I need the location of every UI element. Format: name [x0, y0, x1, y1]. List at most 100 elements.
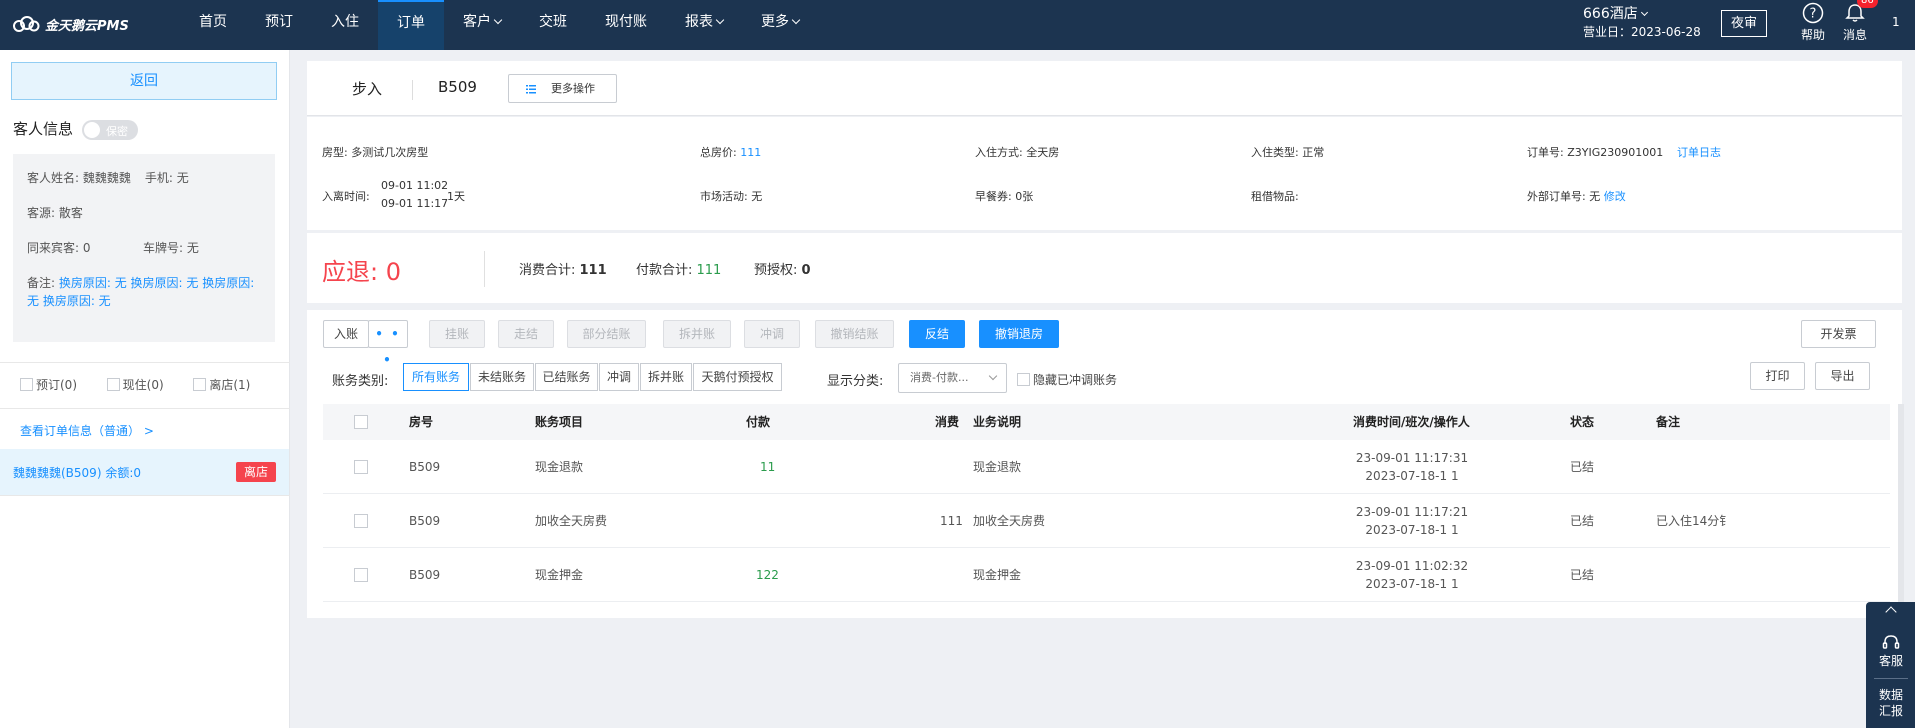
guest-name: 客人姓名: 魏魏魏魏	[27, 171, 131, 185]
nav-checkin[interactable]: 入住	[312, 0, 378, 50]
reverse-button[interactable]: 冲调	[744, 320, 800, 348]
cell-time-line2: 2023-07-18-1 1	[1365, 577, 1459, 591]
hide-reversed-filter[interactable]: 隐藏已冲调账务	[1017, 371, 1117, 388]
cloud-logo-icon	[13, 16, 40, 32]
guest-phone: 手机: 无	[144, 171, 189, 185]
category-settled[interactable]: 已结账务	[535, 363, 598, 391]
consume-total: 消费合计: 111	[519, 259, 607, 278]
walk-settle-button[interactable]: 走结	[498, 320, 554, 348]
back-button[interactable]: 返回	[11, 62, 277, 100]
rental-items: 租借物品:	[1251, 190, 1299, 203]
customer-service-button[interactable]: 客服	[1866, 634, 1915, 669]
more-operations-button[interactable]: 更多操作	[508, 74, 617, 103]
select-all-checkbox[interactable]	[354, 415, 368, 429]
tab-walkin[interactable]: 步入	[352, 78, 382, 99]
order-info: 房型: 多测试几次房型 总房价: 111 入住方式: 全天房 入住类型: 正常 …	[307, 117, 1902, 230]
user-menu[interactable]: 1	[1892, 15, 1900, 29]
data-report-button[interactable]: 数据汇报	[1866, 687, 1915, 719]
chevron-down-icon	[715, 15, 725, 25]
checkbox[interactable]	[1017, 373, 1030, 386]
hang-account-button[interactable]: 挂账	[429, 320, 485, 348]
chevron-up-icon[interactable]	[1885, 606, 1897, 618]
list-icon	[526, 85, 536, 94]
table-row[interactable]: B509 现金退款 11 现金退款 23-09-01 11:17:31 2023-…	[323, 440, 1890, 494]
unsettle-button[interactable]: 反结	[909, 320, 965, 348]
message-count-badge: 86	[1857, 0, 1878, 8]
market-activity: 市场活动: 无	[700, 190, 763, 203]
nav-cash-account[interactable]: 现付账	[586, 0, 666, 50]
checkin-type: 入住类型: 正常	[1251, 146, 1325, 159]
export-button[interactable]: 导出	[1815, 362, 1870, 390]
table-row[interactable]: B509 现金押金 122 现金押金 23-09-01 11:02:32 2023…	[323, 548, 1890, 602]
checkbox[interactable]	[20, 378, 33, 391]
stay-out-time: 09-01 11:17	[381, 197, 449, 210]
row-checkbox[interactable]	[354, 460, 368, 474]
help-icon: ?	[1802, 2, 1824, 24]
category-preauth[interactable]: 天鹅付预授权	[693, 363, 782, 391]
table-row[interactable]: B509 加收全天房费 111 加收全天房费 23-09-01 11:17:21…	[323, 494, 1890, 548]
nav-orders[interactable]: 订单	[378, 0, 444, 50]
order-log-link[interactable]: 订单日志	[1677, 144, 1721, 160]
invoice-button[interactable]: 开发票	[1801, 320, 1876, 348]
divider	[412, 80, 413, 100]
guest-list-item[interactable]: 魏魏魏魏(B509) 余额:0 离店	[0, 449, 289, 495]
cell-status: 已结	[1570, 514, 1595, 528]
nav-customers[interactable]: 客户	[444, 0, 520, 50]
table-header: 房号 账务项目 付款 消费 业务说明 消费时间/班次/操作人 状态 备注	[323, 404, 1890, 440]
preauth-total: 预授权: 0	[754, 259, 811, 278]
guest-plate: 车牌号: 无	[143, 241, 199, 255]
more-actions-button[interactable]: • • •	[368, 320, 408, 367]
cell-desc: 现金押金	[973, 568, 1022, 582]
cell-desc: 现金退款	[973, 460, 1022, 474]
messages-button[interactable]: 86 消息	[1835, 0, 1878, 43]
night-audit-button[interactable]: 夜审	[1721, 10, 1767, 37]
category-reverse[interactable]: 冲调	[599, 363, 639, 391]
table-scrollbar[interactable]	[1898, 404, 1904, 604]
nav-reservation[interactable]: 预订	[246, 0, 312, 50]
guest-row-name: 客人姓名: 魏魏魏魏 手机: 无	[27, 169, 261, 204]
preauth-value: 0	[801, 263, 811, 278]
filter-inhouse-label: 现住(0)	[122, 378, 164, 392]
col-status: 状态	[1570, 415, 1595, 429]
col-consume: 消费	[935, 415, 960, 429]
nav-reports[interactable]: 报表	[666, 0, 742, 50]
nav-shift[interactable]: 交班	[520, 0, 586, 50]
room-number: B509	[438, 78, 477, 96]
partial-settle-button[interactable]: 部分结账	[567, 320, 646, 348]
col-time: 消费时间/班次/操作人	[1353, 415, 1470, 429]
checkbox[interactable]	[106, 378, 120, 391]
post-button[interactable]: 入账	[323, 320, 369, 348]
secret-toggle[interactable]: 保密	[82, 120, 138, 140]
cancel-settle-button[interactable]: 撤销结账	[815, 320, 894, 348]
filter-inhouse[interactable]: 现住(0)	[106, 376, 194, 393]
payment-total: 付款合计: 111	[636, 259, 721, 278]
cell-room: B509	[409, 568, 441, 582]
filter-reserved[interactable]: 预订(0)	[20, 376, 107, 393]
print-button[interactable]: 打印	[1750, 362, 1805, 390]
nav-home[interactable]: 首页	[180, 0, 246, 50]
category-unsettled[interactable]: 未结账务	[470, 363, 534, 391]
display-category-select[interactable]: 消费-付款...	[898, 363, 1007, 393]
hotel-selector[interactable]: 666酒店 营业日：2023-06-28	[1583, 5, 1701, 41]
split-merge-button[interactable]: 拆并账	[663, 320, 731, 348]
stay-time-label: 入离时间:	[322, 190, 370, 203]
help-button[interactable]: ? 帮助	[1793, 2, 1833, 43]
cancel-checkout-button[interactable]: 撤销退房	[979, 320, 1059, 348]
external-order: 外部订单号: 无 修改	[1527, 188, 1626, 204]
filter-left[interactable]: 离店(1)	[193, 376, 280, 393]
hotel-name: 666酒店	[1583, 6, 1638, 22]
nav-more[interactable]: 更多	[742, 0, 818, 50]
svg-text:?: ?	[1810, 7, 1817, 22]
app-logo[interactable]: 金天鹅云PMS	[12, 13, 129, 35]
row-checkbox[interactable]	[354, 568, 368, 582]
row-checkbox[interactable]	[354, 514, 368, 528]
ledger-panel: 入账 • • • 挂账 走结 部分结账 拆并账 冲调 撤销结账 反结 撤销退房 …	[307, 310, 1904, 618]
view-order-link[interactable]: 查看订单信息（普通） >	[20, 422, 154, 439]
order-number: 订单号: Z3YIG230901001	[1527, 146, 1664, 159]
category-split-merge[interactable]: 拆并账	[640, 363, 692, 391]
refund-amount: 应退: 0	[322, 252, 401, 287]
cell-item: 现金押金	[535, 568, 584, 582]
checkbox[interactable]	[193, 378, 207, 391]
category-all[interactable]: 所有账务	[403, 363, 469, 391]
edit-link[interactable]: 修改	[1604, 190, 1626, 203]
